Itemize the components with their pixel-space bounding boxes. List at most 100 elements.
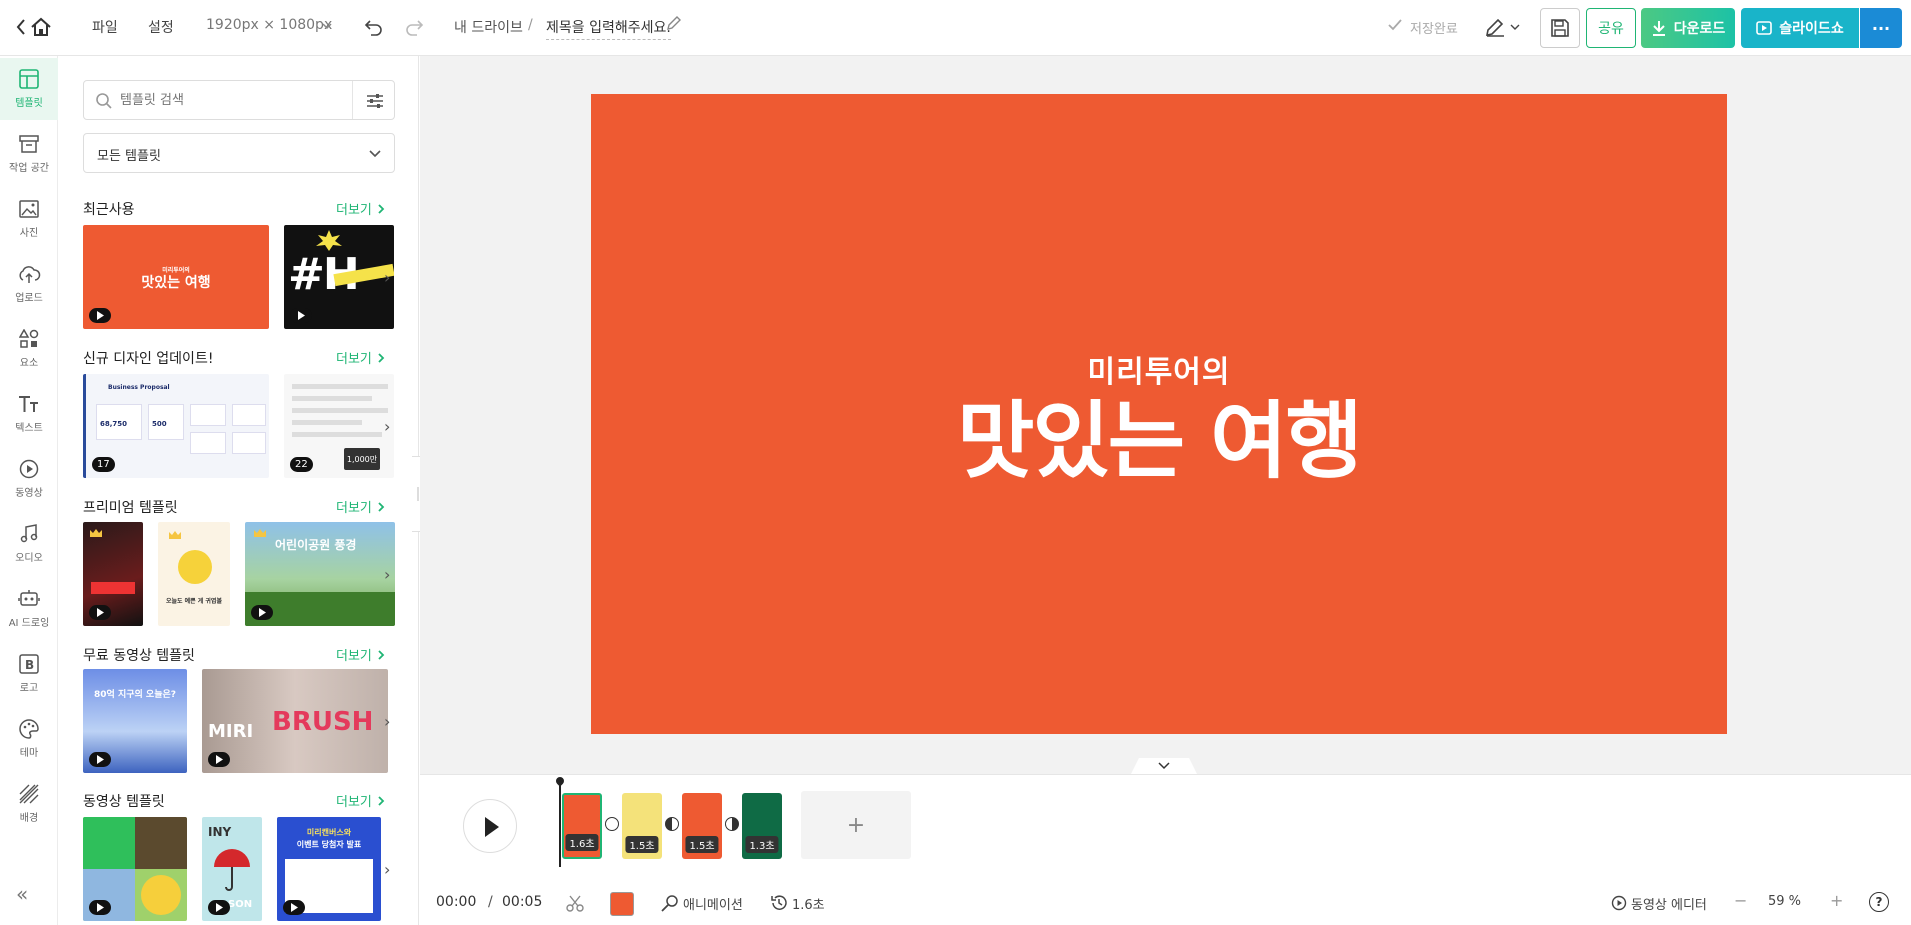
thumb-card bbox=[232, 404, 266, 426]
history-clock-icon bbox=[771, 895, 787, 910]
sidebar-item-audio[interactable]: 오디오 bbox=[0, 513, 58, 575]
scroll-right-arrow[interactable]: › bbox=[384, 860, 390, 879]
save-button[interactable] bbox=[1540, 8, 1580, 48]
chevron-right-icon bbox=[378, 352, 385, 363]
undo-button[interactable] bbox=[364, 17, 384, 37]
sidebar-item-logo[interactable]: B 로고 bbox=[0, 643, 58, 705]
left-sidebar: 템플릿 작업 공간 사진 업로드 요소 텍스트 동영상 오디오 AI 드로잉 B… bbox=[0, 56, 58, 925]
share-button[interactable]: 공유 bbox=[1586, 8, 1636, 48]
animation-button[interactable] bbox=[661, 894, 679, 912]
back-home-button[interactable] bbox=[16, 16, 54, 38]
more-link-new[interactable]: 더보기 bbox=[336, 348, 385, 367]
template-category-select[interactable]: 모든 템플릿 bbox=[83, 133, 395, 173]
scroll-right-arrow[interactable]: › bbox=[384, 417, 390, 436]
sidebar-item-video[interactable]: 동영상 bbox=[0, 448, 58, 510]
template-thumb-new-1[interactable]: Business Proposal 68,750 500 17 bbox=[83, 374, 269, 478]
scroll-right-arrow[interactable]: › bbox=[384, 712, 390, 731]
timeline-frame-2[interactable]: 1.5초 bbox=[622, 793, 662, 859]
sidebar-item-ai-drawing[interactable]: AI 드로잉 bbox=[0, 578, 58, 640]
more-options-button[interactable]: ··· bbox=[1860, 8, 1902, 48]
menu-settings[interactable]: 설정 bbox=[148, 17, 174, 37]
add-page-button[interactable]: + bbox=[801, 791, 911, 859]
split-button[interactable] bbox=[566, 894, 584, 912]
video-editor-label[interactable]: 동영상 에디터 bbox=[1631, 894, 1707, 913]
thumb-line bbox=[292, 408, 388, 413]
template-thumb-premium-3[interactable]: 어린이공원 풍경 bbox=[245, 522, 395, 626]
thumb-card bbox=[190, 404, 226, 426]
timeline-toggle[interactable] bbox=[1131, 758, 1197, 774]
timeline-frame-1[interactable]: 1.6초 bbox=[562, 793, 602, 859]
transition-icon[interactable] bbox=[665, 817, 679, 831]
template-thumb-premium-2[interactable]: 오늘도 예쁜 게 귀엽볼 bbox=[158, 522, 230, 626]
canvas-size-select[interactable]: 1920px × 1080px bbox=[206, 17, 332, 33]
template-search-input[interactable] bbox=[120, 89, 330, 111]
page-duration-button[interactable] bbox=[770, 894, 788, 912]
more-link-video[interactable]: 더보기 bbox=[336, 791, 385, 810]
play-badge-icon bbox=[89, 900, 111, 915]
template-thumb-video-1[interactable] bbox=[83, 817, 187, 921]
slide-canvas[interactable]: 미리투어의 맛있는 여행 bbox=[591, 94, 1727, 734]
slide-title[interactable]: 맛있는 여행 bbox=[591, 374, 1727, 495]
template-thumb-free-1[interactable]: 80억 지구의 오늘은? bbox=[83, 669, 187, 773]
playhead[interactable] bbox=[559, 781, 561, 867]
timeline-frame-4[interactable]: 1.3초 bbox=[742, 793, 782, 859]
archive-icon bbox=[19, 135, 39, 153]
animation-label[interactable]: 애니메이션 bbox=[683, 894, 743, 913]
canvas-area: 미리투어의 맛있는 여행 bbox=[420, 56, 1911, 774]
sidebar-item-text[interactable]: 텍스트 bbox=[0, 383, 58, 445]
template-search-box bbox=[83, 80, 395, 120]
sidebar-item-theme[interactable]: 테마 bbox=[0, 708, 58, 770]
template-thumb-video-3[interactable]: 미리캔버스와 이벤트 당첨자 발표 bbox=[277, 817, 381, 921]
sidebar-item-upload[interactable]: 업로드 bbox=[0, 253, 58, 315]
sidebar-item-background[interactable]: 배경 bbox=[0, 773, 58, 835]
help-button[interactable]: ? bbox=[1869, 892, 1889, 912]
menu-file[interactable]: 파일 bbox=[92, 17, 118, 37]
scroll-right-arrow[interactable]: › bbox=[384, 268, 390, 287]
document-title-input[interactable]: 제목을 입력해주세요. bbox=[546, 17, 671, 40]
play-icon bbox=[485, 817, 499, 837]
template-panel: 모든 템플릿 최근사용 더보기 미리투어의 맛있는 여행 #H › 신규 디자인… bbox=[58, 56, 419, 925]
collapse-sidebar-button[interactable]: « bbox=[16, 882, 28, 906]
transition-icon[interactable] bbox=[725, 817, 739, 831]
redo-button[interactable] bbox=[404, 17, 424, 37]
video-editor-button[interactable] bbox=[1611, 895, 1627, 911]
pen-tool-button[interactable] bbox=[1484, 16, 1522, 38]
transition-icon[interactable] bbox=[605, 817, 619, 831]
sidebar-item-templates[interactable]: 템플릿 bbox=[0, 58, 58, 120]
scissors-icon bbox=[566, 895, 584, 912]
play-badge-icon bbox=[89, 752, 111, 767]
filter-sliders-icon[interactable] bbox=[366, 92, 384, 110]
more-link-recent[interactable]: 더보기 bbox=[336, 199, 385, 218]
scroll-right-arrow[interactable]: › bbox=[384, 565, 390, 584]
template-thumb-premium-1[interactable] bbox=[83, 522, 143, 626]
sidebar-item-workspace[interactable]: 작업 공간 bbox=[0, 123, 58, 185]
page-duration-value[interactable]: 1.6초 bbox=[792, 894, 825, 913]
more-link-premium[interactable]: 더보기 bbox=[336, 497, 385, 516]
sidebar-item-elements[interactable]: 요소 bbox=[0, 318, 58, 380]
ai-drawing-icon bbox=[18, 590, 40, 606]
edit-pencil-icon[interactable] bbox=[666, 15, 682, 31]
zoom-in-button[interactable]: + bbox=[1830, 891, 1843, 910]
download-button[interactable]: 다운로드 bbox=[1641, 8, 1735, 48]
play-badge-icon bbox=[290, 308, 312, 323]
crown-icon bbox=[90, 529, 102, 537]
template-thumb-video-2[interactable]: INY SON bbox=[202, 817, 262, 921]
template-thumb-recent-1[interactable]: 미리투어의 맛있는 여행 bbox=[83, 225, 269, 329]
slideshow-button[interactable]: 슬라이드쇼 bbox=[1741, 8, 1859, 48]
template-thumb-new-2[interactable]: 1,000만 22 bbox=[284, 374, 394, 478]
elements-icon bbox=[19, 329, 39, 348]
page-color-swatch[interactable] bbox=[610, 892, 634, 916]
breadcrumb-drive[interactable]: 내 드라이브 bbox=[454, 17, 523, 37]
zoom-level[interactable]: 59 % bbox=[1768, 894, 1801, 909]
more-link-free-video[interactable]: 더보기 bbox=[336, 645, 385, 664]
playhead-knob[interactable] bbox=[554, 775, 566, 787]
template-thumb-recent-2[interactable]: #H bbox=[284, 225, 394, 329]
timeline-frame-3[interactable]: 1.5초 bbox=[682, 793, 722, 859]
check-icon bbox=[1387, 18, 1403, 32]
template-thumb-free-2[interactable]: MIRI BRUSH bbox=[202, 669, 388, 773]
sidebar-item-photos[interactable]: 사진 bbox=[0, 188, 58, 250]
undo-icon bbox=[364, 20, 382, 36]
zoom-out-button[interactable]: − bbox=[1734, 891, 1747, 910]
play-button[interactable] bbox=[463, 799, 517, 853]
more-label: 더보기 bbox=[336, 203, 372, 218]
